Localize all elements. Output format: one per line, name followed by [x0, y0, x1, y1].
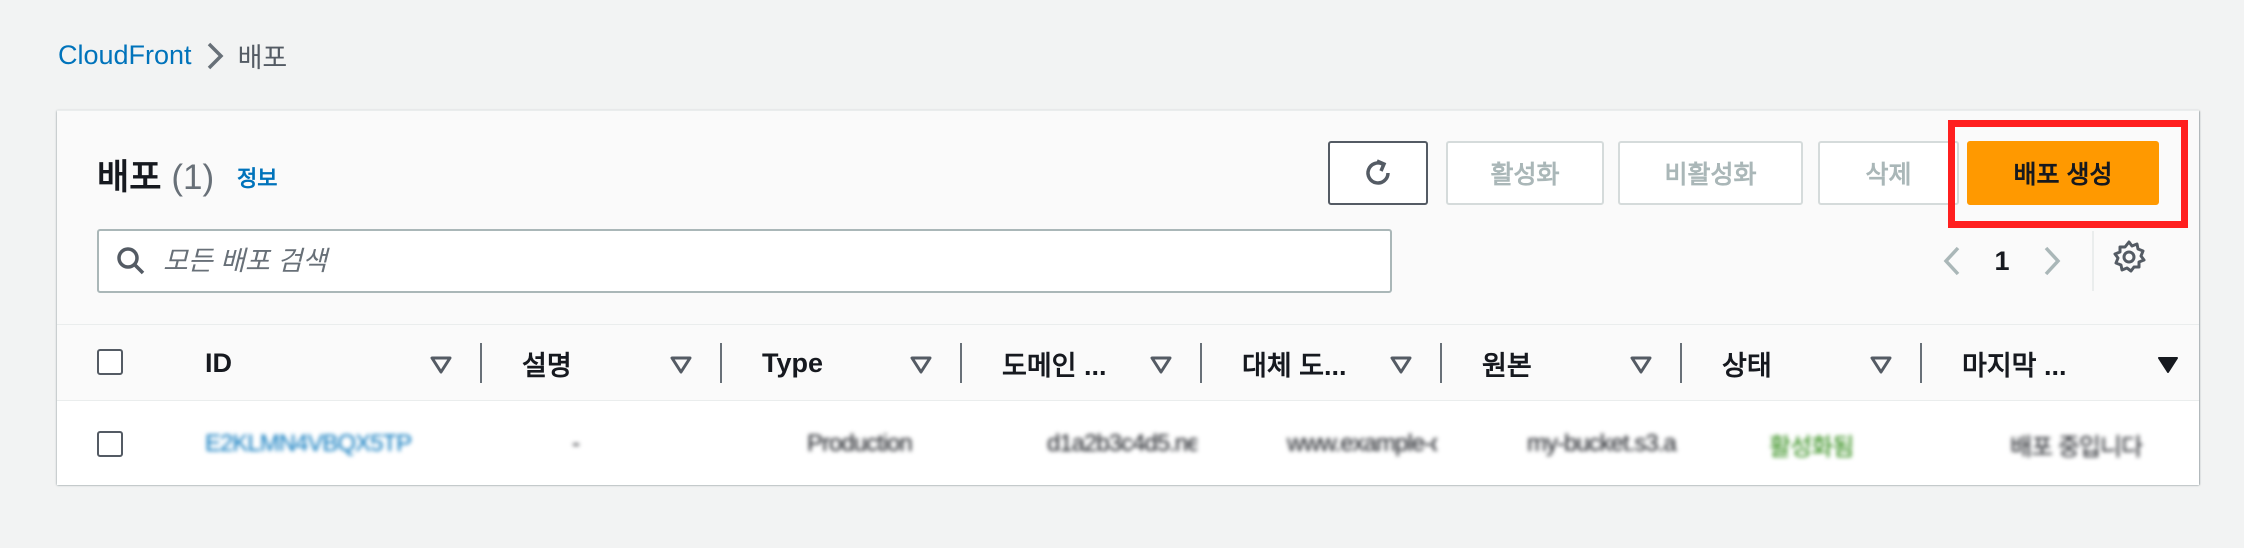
gear-icon[interactable] [2111, 239, 2147, 280]
sort-caret-icon [670, 351, 692, 382]
pagination: 1 [1927, 237, 2077, 285]
table-header: ID 설명 Type 도메인 ... 대체 도... 원본 상태 마지막 ... [57, 325, 2199, 401]
column-header-type[interactable]: Type [722, 325, 962, 401]
search-icon [99, 245, 163, 277]
panel-title-text: 배포 [97, 158, 162, 197]
delete-button[interactable]: 삭제 [1818, 141, 1959, 205]
sort-caret-icon [1870, 351, 1892, 382]
row-checkbox[interactable] [97, 431, 123, 457]
refresh-button[interactable] [1328, 141, 1428, 205]
sort-descending-icon [2157, 351, 2179, 382]
cell-alternate-domain: www.example-domain.com [1287, 430, 1437, 457]
page-title: 배포 (1) [97, 149, 214, 200]
breadcrumb-current: 배포 [237, 43, 288, 73]
pager-divider [2092, 231, 2094, 291]
distribution-id-link[interactable]: E2KLMN4VBQX5TP [205, 429, 445, 459]
sort-caret-icon [910, 351, 932, 382]
panel-header: 배포 (1) 정보 활성화 비활성화 삭제 배포 생성 모든 배포 검색 1 [57, 111, 2199, 325]
column-header-id[interactable]: ID [165, 325, 482, 401]
column-header-origin[interactable]: 원본 [1442, 325, 1682, 401]
refresh-icon [1366, 159, 1390, 185]
breadcrumb: CloudFront 배포 [58, 36, 287, 75]
sort-caret-icon [1630, 351, 1652, 382]
select-all-checkbox[interactable] [97, 349, 123, 375]
chevron-left-icon[interactable] [1927, 245, 1977, 277]
search-box [97, 229, 1392, 293]
cell-last-modified: 배포 중입니다 [2010, 433, 2143, 460]
deactivate-button[interactable]: 비활성화 [1618, 141, 1803, 205]
create-distribution-button[interactable]: 배포 생성 [1967, 141, 2159, 205]
cell-status: 활성화됨 [1769, 433, 1854, 460]
distribution-count: (1) [171, 158, 215, 197]
column-header-alternate-domain[interactable]: 대체 도... [1202, 325, 1442, 401]
search-input[interactable] [163, 245, 1363, 277]
cell-origin: my-bucket.s3.amazonaws [1527, 430, 1677, 457]
column-header-last-modified[interactable]: 마지막 ... [1922, 325, 2199, 401]
distributions-panel: 배포 (1) 정보 활성화 비활성화 삭제 배포 생성 모든 배포 검색 1 I… [57, 110, 2199, 485]
cell-type: Production [807, 430, 913, 457]
sort-caret-icon [430, 351, 452, 382]
cell-description: - [572, 430, 580, 457]
current-page[interactable]: 1 [1977, 246, 2027, 277]
breadcrumb-cloudfront-link[interactable]: CloudFront [58, 40, 192, 71]
column-header-status[interactable]: 상태 [1682, 325, 1922, 401]
column-header-description[interactable]: 설명 [482, 325, 722, 401]
sort-caret-icon [1150, 351, 1172, 382]
chevron-right-icon [192, 41, 238, 71]
column-header-domain[interactable]: 도메인 ... [962, 325, 1202, 401]
table-row[interactable]: E2KLMN4VBQX5TP - Production d1a2b3c4d5.n… [57, 401, 2199, 485]
chevron-right-icon[interactable] [2027, 245, 2077, 277]
activate-button[interactable]: 활성화 [1446, 141, 1604, 205]
info-link[interactable]: 정보 [237, 161, 277, 193]
cell-domain: d1a2b3c4d5.net [1047, 430, 1197, 457]
sort-caret-icon [1390, 351, 1412, 382]
